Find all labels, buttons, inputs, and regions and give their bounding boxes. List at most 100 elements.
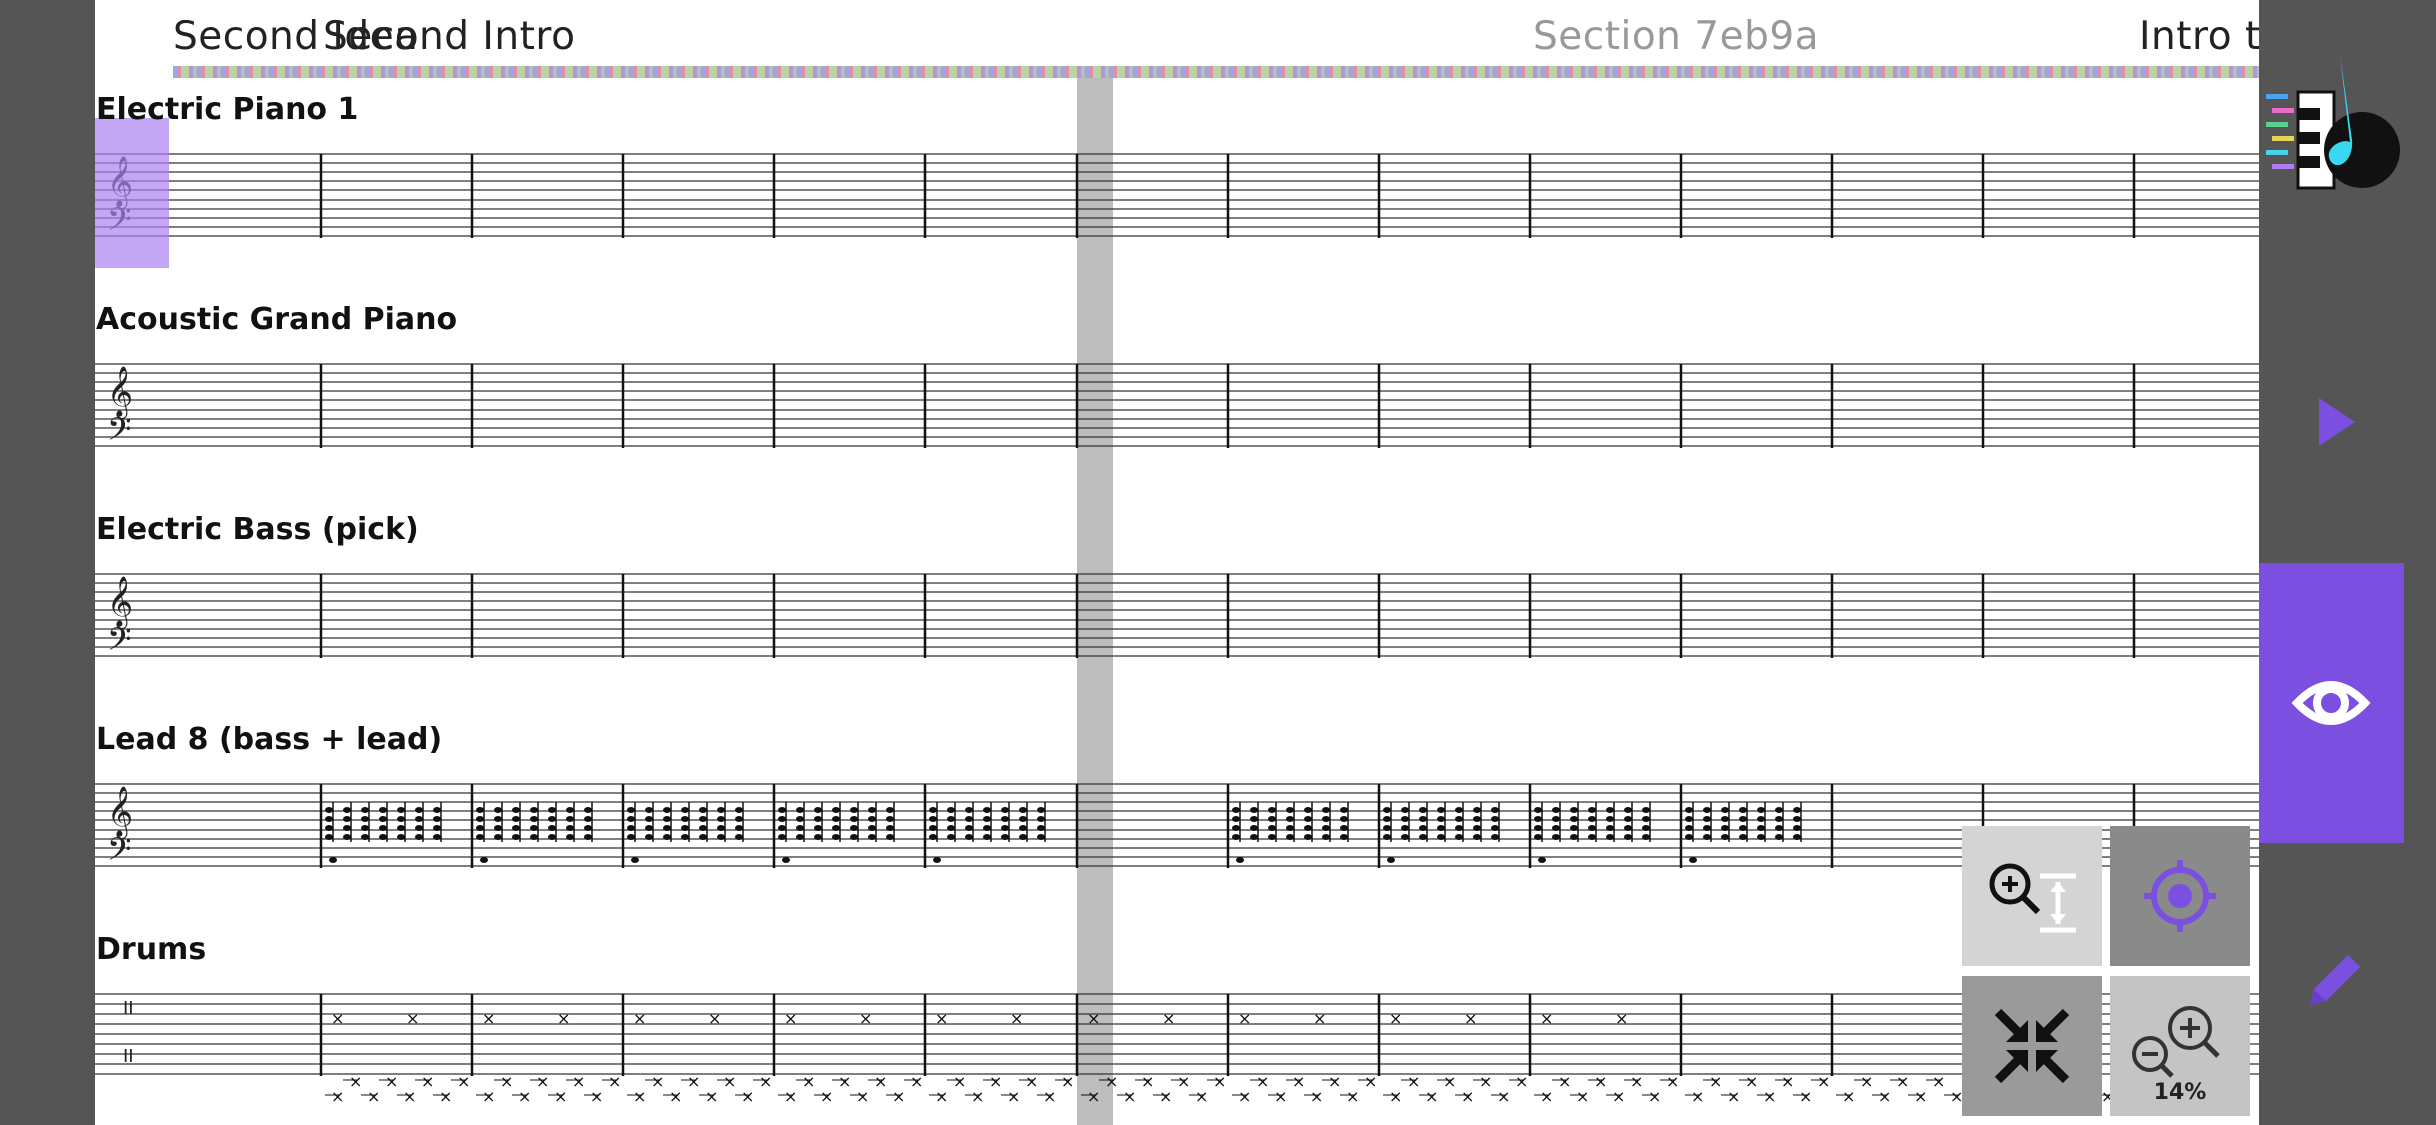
svg-text:×: × <box>1159 1087 1172 1106</box>
svg-text:×: × <box>1087 1009 1100 1028</box>
track-name-electric-piano[interactable]: Electric Piano 1 <box>96 92 358 127</box>
svg-text:×: × <box>820 1087 833 1106</box>
center-playhead-button[interactable] <box>2110 826 2250 966</box>
zoom-fit-height-icon <box>1989 863 2076 933</box>
section-label-second-intro[interactable]: Second Intro <box>323 14 575 59</box>
svg-text:×: × <box>784 1009 797 1028</box>
staff-drums[interactable]: II II × × × × × × × × × × × × × × × × × × × × × × × × × × × × × × × × × × × ×… <box>95 992 2259 1125</box>
svg-text:×: × <box>554 1087 567 1106</box>
staff-lines: 𝄞𝄢 <box>95 783 2259 870</box>
svg-text:×: × <box>1389 1009 1402 1028</box>
svg-text:×: × <box>1691 1087 1704 1106</box>
svg-text:×: × <box>633 1009 646 1028</box>
timeline-bar[interactable] <box>173 66 2259 78</box>
target-icon <box>2144 860 2216 932</box>
svg-text:×: × <box>971 1087 984 1106</box>
selection-highlight <box>95 118 169 268</box>
svg-text:×: × <box>935 1009 948 1028</box>
svg-text:×: × <box>1878 1087 1891 1106</box>
zoom-percentage: 14% <box>2153 1080 2207 1105</box>
svg-text:×: × <box>1817 1072 1830 1091</box>
svg-text:×: × <box>1407 1072 1420 1091</box>
staff-electric-bass[interactable]: 𝄞 𝄢 <box>95 572 2259 660</box>
svg-text:×: × <box>1896 1072 1909 1091</box>
svg-text:×: × <box>1328 1072 1341 1091</box>
svg-text:×: × <box>1274 1087 1287 1106</box>
zoom-fit-height-button[interactable] <box>1962 826 2102 966</box>
score-canvas[interactable]: Second Idea Second Intro Section 7eb9a I… <box>95 0 2259 1125</box>
svg-text:×: × <box>1461 1087 1474 1106</box>
svg-text:×: × <box>1256 1072 1269 1091</box>
svg-text:×: × <box>1709 1072 1722 1091</box>
svg-text:×: × <box>859 1009 872 1028</box>
svg-text:×: × <box>669 1087 682 1106</box>
svg-text:×: × <box>1594 1072 1607 1091</box>
svg-text:×: × <box>1141 1072 1154 1091</box>
svg-text:×: × <box>892 1087 905 1106</box>
svg-text:×: × <box>1540 1009 1553 1028</box>
svg-text:×: × <box>1479 1072 1492 1091</box>
staff-electric-piano[interactable]: 𝄞𝄢 <box>95 152 2259 240</box>
svg-text:×: × <box>590 1087 603 1106</box>
staff-lead-8[interactable]: 𝄞 𝄢 <box>95 782 2259 870</box>
svg-text:×: × <box>1238 1087 1251 1106</box>
svg-text:×: × <box>802 1072 815 1091</box>
svg-text:×: × <box>1630 1072 1643 1091</box>
svg-text:×: × <box>708 1009 721 1028</box>
svg-text:×: × <box>1238 1009 1251 1028</box>
collapse-tracks-button[interactable] <box>1962 976 2102 1116</box>
svg-text:×: × <box>1799 1087 1812 1106</box>
pencil-icon[interactable] <box>2300 945 2370 1015</box>
svg-text:×: × <box>1389 1087 1402 1106</box>
track-name-electric-bass[interactable]: Electric Bass (pick) <box>96 512 419 547</box>
app-logo-icon[interactable] <box>2262 50 2402 200</box>
staff-lines: II II × × × × × × × × × × × × × × × × × × × × × × × × × × × × × × × × × × × ×… <box>95 993 2259 1106</box>
svg-text:×: × <box>1914 1087 1927 1106</box>
svg-text:×: × <box>723 1072 736 1091</box>
svg-text:×: × <box>1213 1072 1226 1091</box>
svg-text:×: × <box>1025 1072 1038 1091</box>
section-label-intro[interactable]: Intro t <box>2139 14 2259 59</box>
svg-text:×: × <box>1177 1072 1190 1091</box>
track-name-drums[interactable]: Drums <box>96 932 206 967</box>
svg-text:×: × <box>1105 1072 1118 1091</box>
svg-text:×: × <box>518 1087 531 1106</box>
svg-text:×: × <box>500 1072 513 1091</box>
svg-text:×: × <box>1860 1072 1873 1091</box>
svg-text:×: × <box>1007 1087 1020 1106</box>
svg-text:×: × <box>1364 1072 1377 1091</box>
svg-text:×: × <box>349 1072 362 1091</box>
svg-text:×: × <box>1123 1087 1136 1106</box>
staff-acoustic-grand-piano[interactable]: 𝄞 𝄢 <box>95 362 2259 450</box>
svg-text:×: × <box>633 1087 646 1106</box>
section-label-7eb9a[interactable]: Section 7eb9a <box>1533 14 1819 59</box>
svg-text:×: × <box>651 1072 664 1091</box>
svg-text:×: × <box>953 1072 966 1091</box>
svg-text:×: × <box>385 1072 398 1091</box>
track-name-acoustic-grand-piano[interactable]: Acoustic Grand Piano <box>96 302 457 337</box>
collapse-icon <box>1994 1008 2070 1084</box>
play-icon[interactable] <box>2305 390 2365 454</box>
view-mode-button[interactable] <box>2259 563 2404 843</box>
svg-text:×: × <box>406 1009 419 1028</box>
svg-text:×: × <box>1464 1009 1477 1028</box>
svg-text:×: × <box>741 1087 754 1106</box>
svg-text:II: II <box>123 998 134 1019</box>
staff-lines: 𝄞𝄢 <box>95 573 2259 660</box>
svg-text:×: × <box>1010 1009 1023 1028</box>
track-name-lead-8[interactable]: Lead 8 (bass + lead) <box>96 722 442 757</box>
svg-text:×: × <box>482 1009 495 1028</box>
svg-text:×: × <box>439 1087 452 1106</box>
svg-text:×: × <box>874 1072 887 1091</box>
svg-text:𝄢: 𝄢 <box>107 621 131 660</box>
svg-text:×: × <box>1497 1087 1510 1106</box>
svg-text:×: × <box>1615 1009 1628 1028</box>
svg-text:×: × <box>856 1087 869 1106</box>
eye-icon <box>2291 681 2371 725</box>
svg-text:×: × <box>572 1072 585 1091</box>
svg-text:×: × <box>1648 1087 1661 1106</box>
svg-text:×: × <box>1043 1087 1056 1106</box>
svg-text:×: × <box>1061 1072 1074 1091</box>
svg-text:×: × <box>536 1072 549 1091</box>
svg-text:×: × <box>331 1087 344 1106</box>
